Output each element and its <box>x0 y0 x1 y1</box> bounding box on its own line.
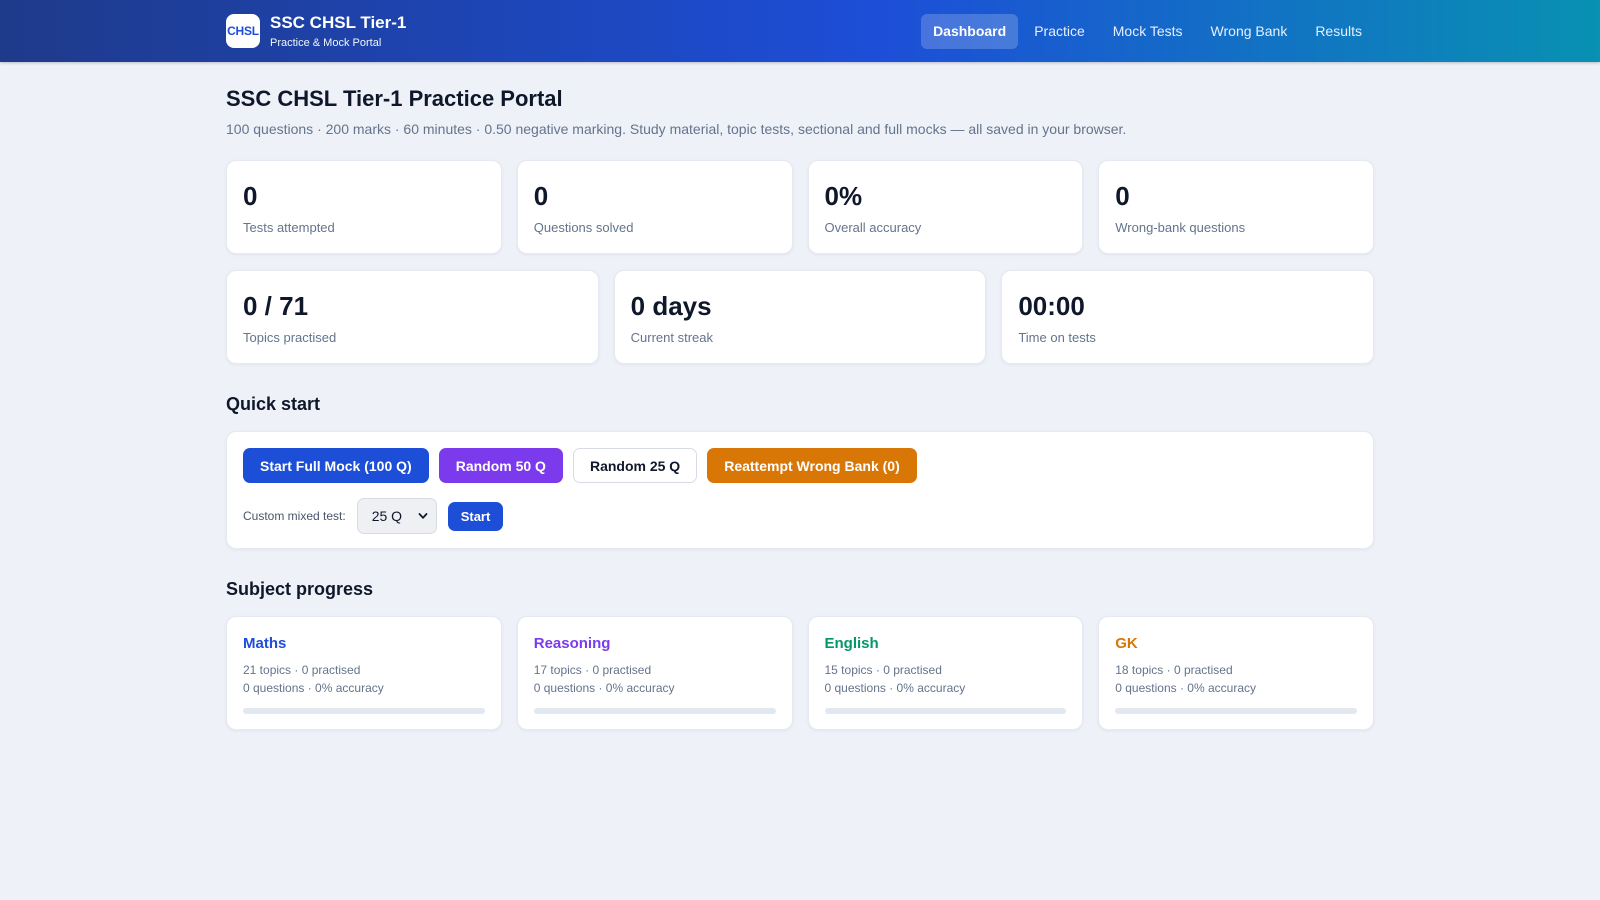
stat-label: Topics practised <box>243 330 337 345</box>
quick-start-heading: Quick start <box>226 394 321 414</box>
brand-title: SSC CHSL Tier-1 <box>270 12 407 32</box>
top-navbar: CHSL SSC CHSL Tier-1 Practice & Mock Por… <box>0 0 1600 62</box>
subject-progress-grid: Maths 21 topics · 0 practised 0 question… <box>226 616 1374 730</box>
stat-value: 00:00 <box>1018 291 1085 321</box>
stat-label: Current streak <box>630 330 714 345</box>
subject-card-english[interactable]: English 15 topics · 0 practised 0 questi… <box>807 616 1084 730</box>
dashboard-main: SSC CHSL Tier-1 Practice Portal 100 ques… <box>226 62 1374 730</box>
stat-card-questions-solved: 0 Questions solved <box>516 160 793 254</box>
stats-row-primary: 0 Tests attempted 0 Questions solved 0% … <box>226 160 1374 254</box>
stat-label: Wrong-bank questions <box>1115 220 1246 235</box>
stat-value: 0 days <box>630 291 712 321</box>
subject-topics: 17 topics · 0 practised <box>533 663 652 677</box>
subject-name: English <box>824 635 879 652</box>
start-custom-test-button[interactable]: Start <box>447 501 504 531</box>
nav-practice[interactable]: Practice <box>1022 14 1097 49</box>
stat-label: Tests attempted <box>243 220 335 235</box>
stat-label: Questions solved <box>533 220 634 235</box>
subject-stats: 0 questions · 0% accuracy <box>824 681 966 695</box>
brand-subtitle: Practice & Mock Portal <box>270 36 382 49</box>
quick-start-panel: Start Full Mock (100 Q) Random 50 Q Rand… <box>226 431 1374 549</box>
main-nav: Dashboard Practice Mock Tests Wrong Bank… <box>921 13 1374 49</box>
subject-stats: 0 questions · 0% accuracy <box>243 681 384 695</box>
subject-card-reasoning[interactable]: Reasoning 17 topics · 0 practised 0 ques… <box>516 616 793 730</box>
subject-name: GK <box>1115 635 1138 652</box>
subject-topics: 21 topics · 0 practised <box>243 663 361 677</box>
stat-card-topics-practised: 0 / 71 Topics practised <box>226 270 599 364</box>
page-subtitle: 100 questions · 200 marks · 60 minutes ·… <box>226 121 1127 137</box>
progress-bar <box>1115 708 1357 714</box>
subject-card-gk[interactable]: GK 18 topics · 0 practised 0 questions ·… <box>1098 616 1374 730</box>
brand[interactable]: CHSL SSC CHSL Tier-1 Practice & Mock Por… <box>226 13 406 50</box>
random-50-button[interactable]: Random 50 Q <box>438 448 563 483</box>
subject-name: Maths <box>243 635 287 652</box>
subject-name: Reasoning <box>533 635 611 652</box>
stat-label: Time on tests <box>1018 330 1096 345</box>
progress-bar <box>243 708 485 714</box>
stats-row-secondary: 0 / 71 Topics practised 0 days Current s… <box>226 270 1374 364</box>
stat-value: 0 / 71 <box>243 291 309 321</box>
question-count-select[interactable]: 25 Q <box>356 498 437 534</box>
subject-stats: 0 questions · 0% accuracy <box>1115 681 1256 695</box>
select-value: 25 Q <box>371 508 403 524</box>
nav-dashboard[interactable]: Dashboard <box>921 13 1019 49</box>
page-title: SSC CHSL Tier-1 Practice Portal <box>226 86 563 111</box>
stat-value: 0 <box>533 181 549 211</box>
stat-card-overall-accuracy: 0% Overall accuracy <box>807 160 1084 254</box>
start-full-mock-button[interactable]: Start Full Mock (100 Q) <box>243 448 429 483</box>
nav-results[interactable]: Results <box>1303 14 1374 49</box>
progress-bar <box>533 708 776 714</box>
progress-bar <box>824 708 1067 714</box>
subject-stats: 0 questions · 0% accuracy <box>533 681 675 695</box>
stat-card-time-on-tests: 00:00 Time on tests <box>1001 270 1374 364</box>
subject-card-maths[interactable]: Maths 21 topics · 0 practised 0 question… <box>226 616 502 730</box>
stat-card-tests-attempted: 0 Tests attempted <box>226 160 502 254</box>
custom-test-label: Custom mixed test: <box>243 509 346 523</box>
stat-value: 0 <box>243 181 258 211</box>
subject-progress-heading: Subject progress <box>226 579 374 599</box>
reattempt-wrong-bank-button[interactable]: Reattempt Wrong Bank (0) <box>707 448 917 483</box>
nav-mock-tests[interactable]: Mock Tests <box>1101 14 1195 49</box>
nav-wrong-bank[interactable]: Wrong Bank <box>1199 14 1300 49</box>
stat-label: Overall accuracy <box>824 220 922 235</box>
stat-value: 0% <box>824 181 863 211</box>
random-25-button[interactable]: Random 25 Q <box>572 448 698 483</box>
subject-topics: 18 topics · 0 practised <box>1115 663 1233 677</box>
subject-topics: 15 topics · 0 practised <box>824 663 942 677</box>
logo-badge: CHSL <box>226 14 260 48</box>
stat-card-wrong-bank: 0 Wrong-bank questions <box>1098 160 1374 254</box>
stat-value: 0 <box>1115 181 1130 211</box>
stat-card-current-streak: 0 days Current streak <box>613 270 987 364</box>
chevron-down-icon <box>418 513 428 519</box>
